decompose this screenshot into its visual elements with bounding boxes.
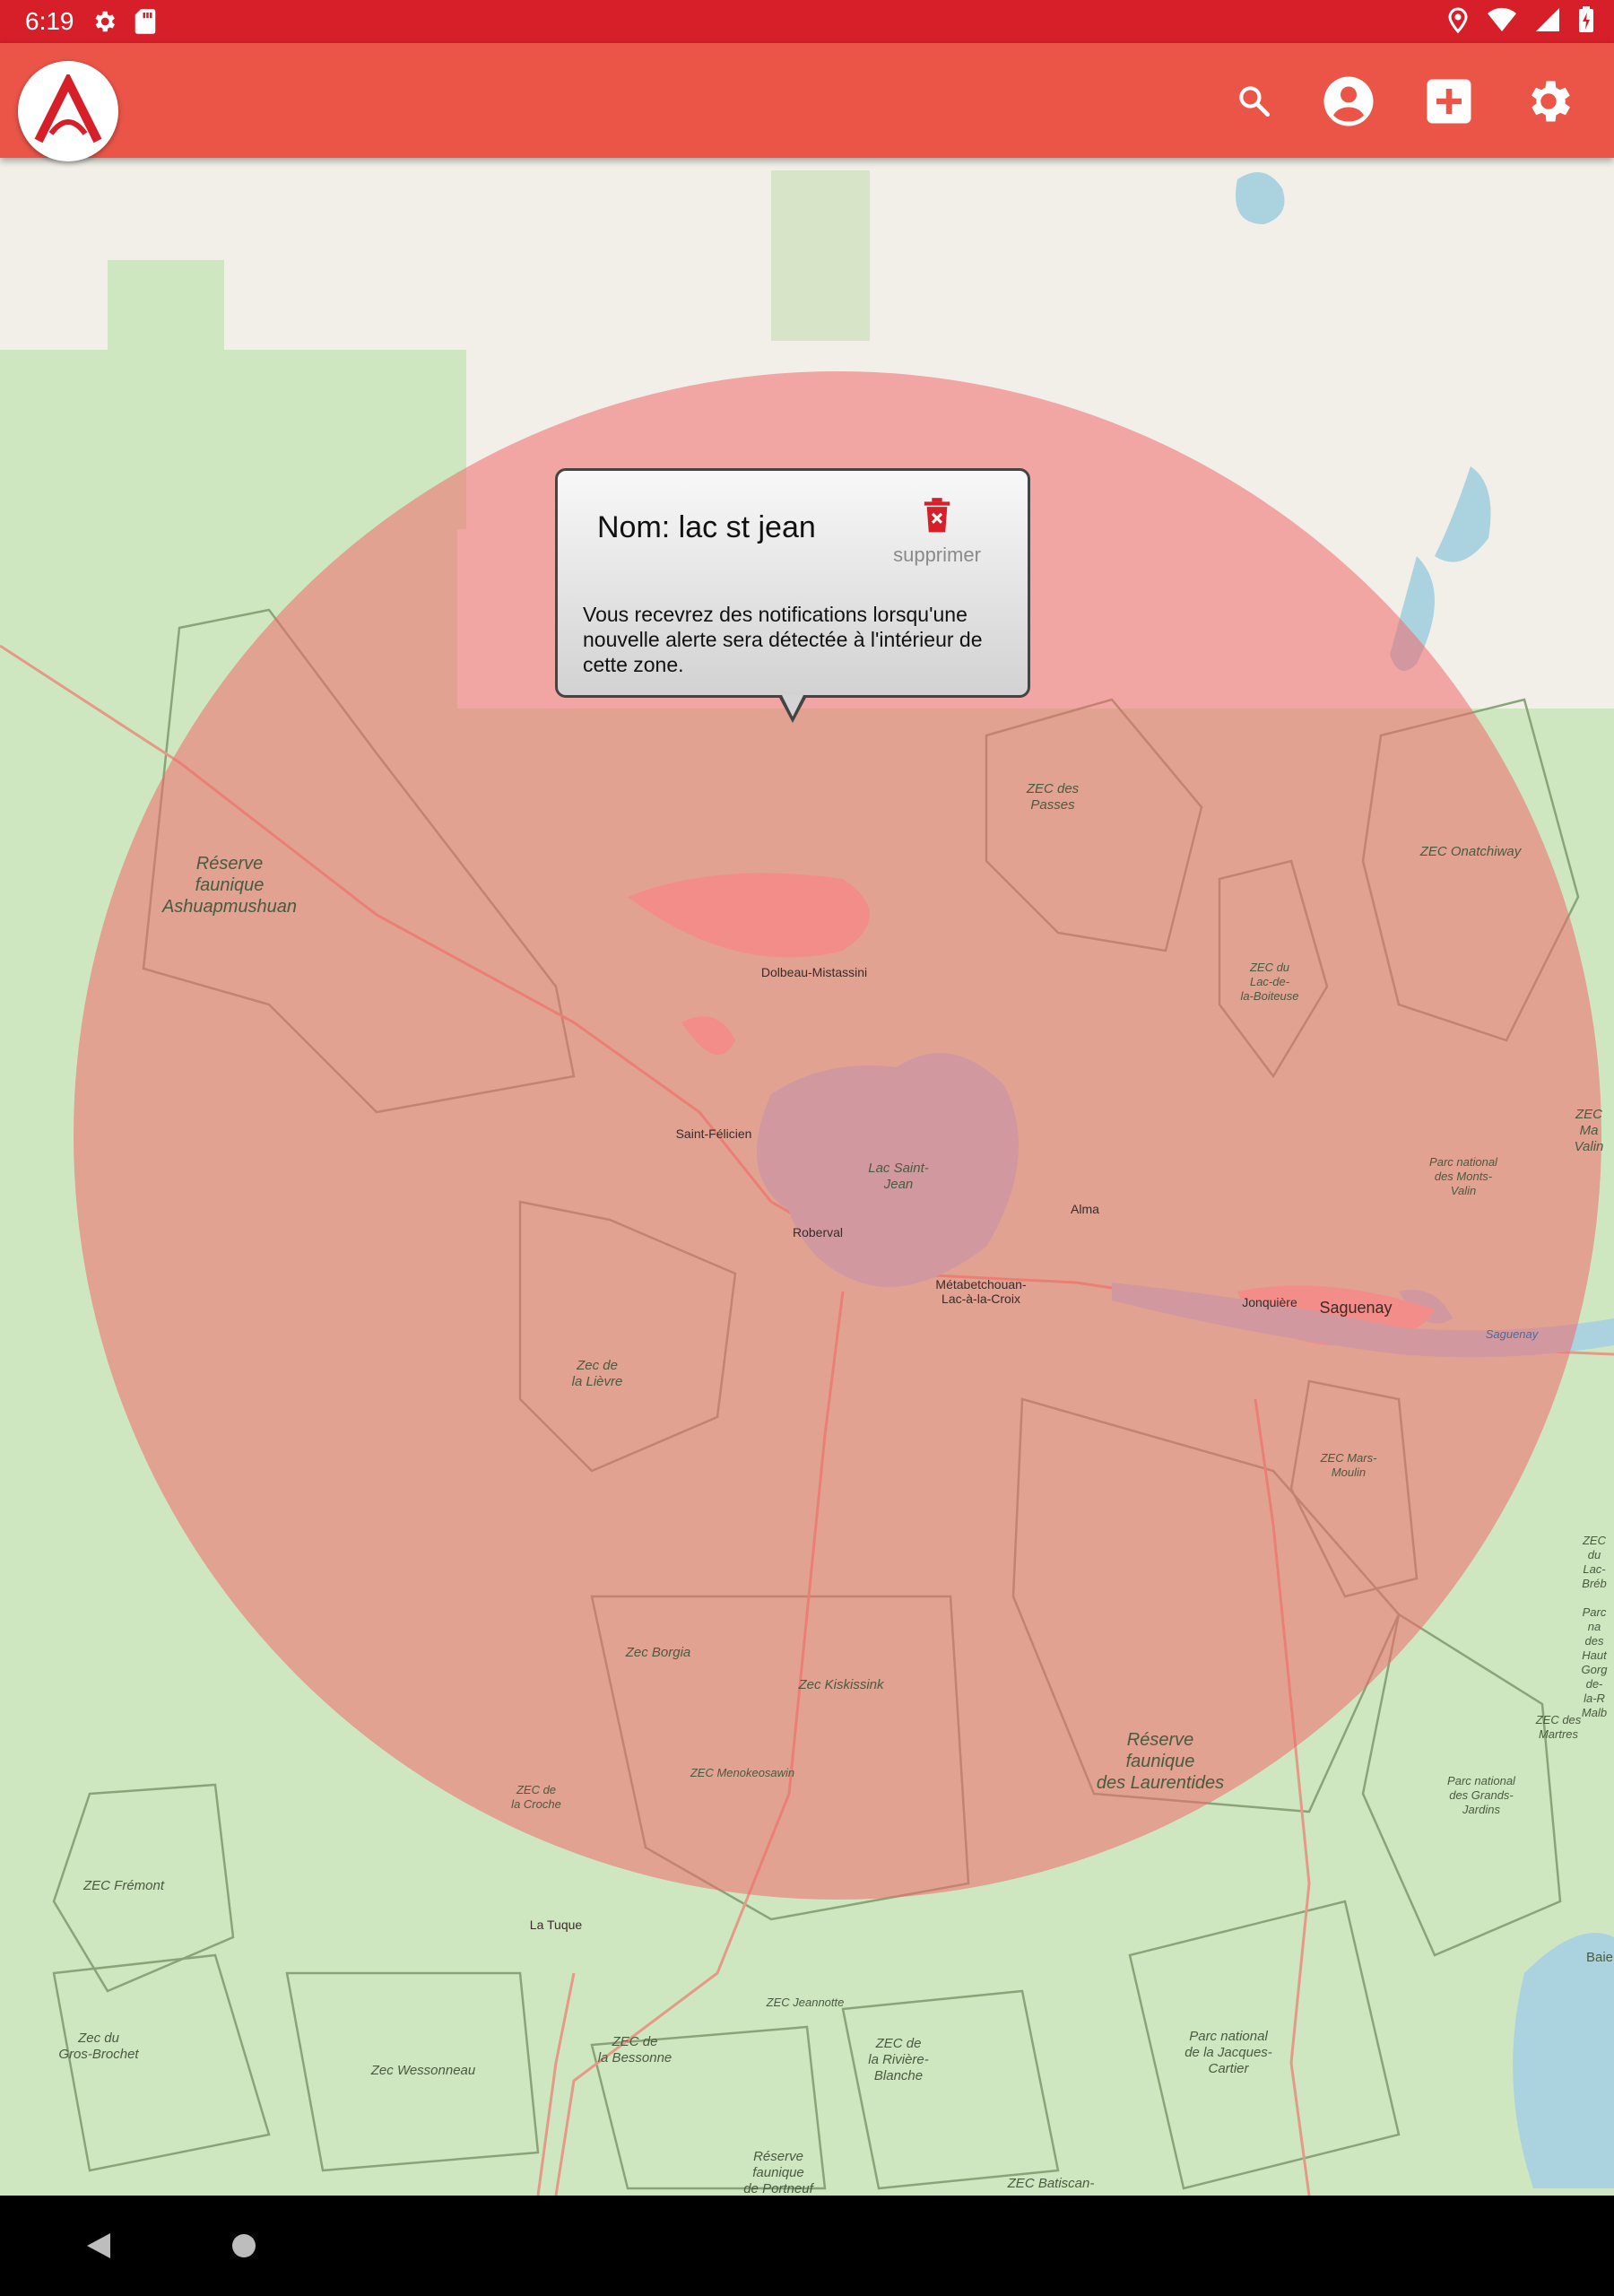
map-label: ZEC Onatchiway [1419, 844, 1522, 859]
map-base [0, 170, 1614, 2196]
account-button[interactable] [1317, 70, 1380, 133]
navigation-bar [0, 2196, 1614, 2296]
map-label: Parc national de la Jacques- Cartier [1184, 2029, 1272, 2076]
map-label: Zec de la Lièvre [571, 1358, 623, 1389]
settings-button[interactable] [1517, 70, 1580, 133]
map-label: Réserve faunique de Portneuf [743, 2149, 813, 2196]
battery-icon [1578, 5, 1594, 38]
map-label: Réserve faunique Ashuapmushuan [161, 854, 298, 917]
status-time: 6:19 [25, 7, 74, 35]
map-label: ZEC du Lac-de- la-Boiteuse [1240, 961, 1299, 1003]
map-view[interactable]: Réserve faunique Ashuapmushuan ZEC des P… [0, 158, 1614, 2196]
sd-card-icon [134, 8, 157, 35]
map-label: ZEC des Martres [1535, 1713, 1582, 1741]
map-label: Zec Borgia [625, 1645, 691, 1660]
map-label: ZEC Ma Valin [1574, 1107, 1604, 1154]
map-label: Parc national des Grands- Jardins [1447, 1774, 1515, 1816]
wifi-icon [1487, 7, 1517, 37]
signal-icon [1535, 7, 1560, 37]
map-label: ZEC de la Rivière- Blanche [868, 2036, 929, 2083]
city-label: Roberval [792, 1225, 844, 1239]
search-icon [1239, 86, 1271, 117]
map-label: Baie [1585, 1950, 1614, 1965]
city-label: Jonquière [1242, 1295, 1297, 1309]
delete-label: supprimer [893, 544, 981, 566]
map-label: ZEC Frémont [82, 1878, 165, 1893]
map-label: ZEC Batiscan- [1007, 2176, 1095, 2191]
add-zone-button[interactable] [1418, 70, 1480, 133]
add-box-icon [1427, 79, 1471, 124]
city-label: Dolbeau-Mistassini [760, 965, 868, 979]
delete-zone-button[interactable]: supprimer [879, 498, 995, 567]
account-icon [1323, 76, 1374, 126]
map-label: Zec du Gros-Brochet [58, 2031, 139, 2062]
city-label: Saguenay [1319, 1299, 1393, 1317]
map-label: ZEC de la Croche [511, 1783, 561, 1811]
location-icon [1447, 6, 1469, 38]
delete-icon [924, 498, 950, 533]
back-button[interactable] [74, 2221, 124, 2271]
zone-message: Vous recevrez des notifications lorsqu'u… [583, 603, 983, 676]
search-button[interactable] [1223, 70, 1286, 133]
map-label: ZEC de la Bessonne [597, 2034, 672, 2066]
map-label: ZEC des Passes [1026, 781, 1080, 813]
popup-tail-inner [782, 695, 803, 717]
city-label: Métabetchouan- Lac-à-la-Croix [935, 1277, 1027, 1306]
map-label: Parc na des Haut Gorg de-la-R Malb [1581, 1605, 1608, 1719]
map-label: Zec Kiskissink [798, 1677, 884, 1692]
map-label: ZEC Mars- Moulin [1320, 1451, 1377, 1479]
app-bar [0, 43, 1614, 161]
home-button[interactable] [219, 2221, 269, 2271]
zone-name: Nom: lac st jean [597, 510, 816, 544]
back-icon [87, 2233, 110, 2258]
map-label: ZEC Jeannotte [766, 1996, 845, 2009]
city-label: Alma [1071, 1202, 1099, 1216]
status-bar: 6:19 [0, 0, 1614, 43]
map-label: Zec Wessonneau [370, 2063, 476, 2078]
map-label: Lac Saint- Jean [868, 1161, 929, 1192]
app-logo[interactable] [18, 61, 118, 161]
city-label: Saguenay [1485, 1327, 1539, 1341]
gear-icon [91, 8, 117, 35]
city-label: Saint-Félicien [675, 1126, 752, 1141]
settings-icon [1532, 81, 1570, 122]
map-label: ZEC du Lac-Bréb [1582, 1534, 1607, 1590]
map-label: Parc national des Monts- Valin [1429, 1155, 1497, 1197]
map-label: Réserve faunique des Laurentides [1096, 1730, 1225, 1793]
app-logo-icon [34, 74, 102, 144]
home-icon [232, 2234, 256, 2257]
map-label: ZEC Menokeosawin [690, 1766, 795, 1779]
zone-info-popup: Nom: lac st jean supprimer Vous recevrez… [555, 468, 1030, 698]
city-label: La Tuque [529, 1918, 583, 1932]
